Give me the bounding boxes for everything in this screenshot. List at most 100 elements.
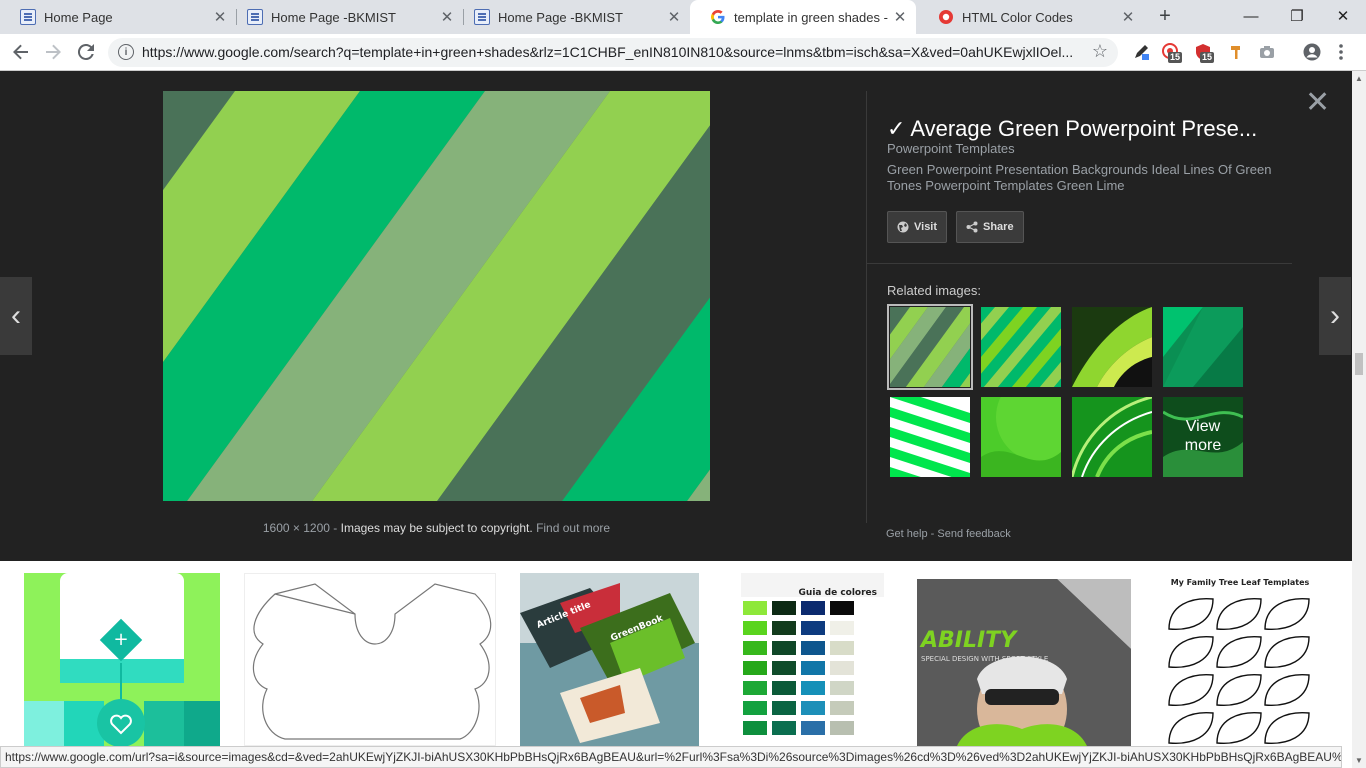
find-out-more-link[interactable]: Find out more — [536, 521, 610, 535]
send-feedback-link[interactable]: Send feedback — [937, 528, 1010, 540]
browser-toolbar: i https://www.google.com/search?q=templa… — [0, 34, 1366, 71]
result-image-2[interactable] — [244, 573, 496, 746]
previous-image-button[interactable]: ‹ — [0, 277, 32, 355]
close-icon[interactable]: ✕ — [892, 9, 908, 26]
new-tab-button[interactable]: + — [1154, 5, 1176, 27]
svg-text:+: + — [113, 629, 128, 650]
minimize-button[interactable]: — — [1228, 0, 1274, 32]
related-image-5[interactable] — [890, 397, 970, 477]
color-swatch — [772, 621, 796, 635]
next-image-button[interactable]: › — [1319, 277, 1351, 355]
color-swatch — [772, 661, 796, 675]
reload-button[interactable] — [73, 39, 99, 65]
pen-extension-icon[interactable] — [1132, 43, 1150, 61]
scroll-up-arrow-icon[interactable]: ▲ — [1355, 74, 1363, 83]
view-more-label: View more — [1163, 417, 1243, 455]
info-divider — [866, 263, 1292, 264]
image-caption: 1600 × 1200 - Images may be subject to c… — [163, 521, 710, 535]
related-image-6[interactable] — [981, 397, 1061, 477]
color-swatch — [772, 701, 796, 715]
color-swatch — [801, 601, 825, 615]
result-image-1[interactable]: + — [24, 573, 220, 746]
related-image-1[interactable] — [887, 304, 973, 390]
back-button[interactable] — [8, 39, 34, 65]
document-icon — [247, 9, 263, 25]
document-icon — [474, 9, 490, 25]
ublock-extension-icon[interactable]: 15 — [1194, 43, 1215, 63]
forward-arrow-icon — [46, 44, 61, 60]
document-icon — [20, 9, 36, 25]
share-label: Share — [983, 221, 1014, 233]
copyright-notice: Images may be subject to copyright. — [340, 521, 533, 535]
profile-avatar-icon[interactable] — [1303, 43, 1321, 61]
camera-extension-icon[interactable] — [1258, 43, 1276, 61]
related-images-label: Related images: — [887, 283, 981, 298]
back-arrow-icon — [13, 44, 28, 60]
footer-separator: - — [927, 528, 938, 540]
ability-title: ABILITY — [919, 628, 1018, 653]
forward-button[interactable] — [40, 39, 66, 65]
scrollbar-thumb[interactable] — [1355, 353, 1363, 375]
color-swatch — [772, 721, 796, 735]
color-swatch — [801, 621, 825, 635]
window-close-button[interactable]: ✕ — [1320, 0, 1366, 32]
tab-home-page[interactable]: Home Page ✕ — [0, 0, 236, 34]
visit-button[interactable]: Visit — [887, 211, 948, 243]
result-image-6[interactable]: My Family Tree Leaf Templates — [1155, 573, 1325, 746]
address-bar[interactable]: i https://www.google.com/search?q=templa… — [108, 38, 1118, 67]
color-swatch — [830, 721, 854, 735]
tab-home-page-bkmist-1[interactable]: Home Page -BKMIST ✕ — [227, 0, 463, 34]
panel-divider — [866, 91, 867, 523]
color-swatch — [830, 621, 854, 635]
scroll-down-arrow-icon[interactable]: ▼ — [1355, 756, 1363, 765]
related-image-3[interactable] — [1072, 307, 1152, 387]
result-image-4[interactable]: Guia de colores — [723, 573, 884, 746]
color-swatch — [772, 641, 796, 655]
close-preview-button[interactable]: ✕ — [1305, 88, 1330, 118]
tab-title: Home Page -BKMIST — [498, 9, 623, 25]
color-swatch — [830, 641, 854, 655]
restore-button[interactable]: ❐ — [1274, 0, 1320, 32]
image-dimensions: 1600 × 1200 — [262, 521, 330, 535]
share-button[interactable]: Share — [956, 211, 1024, 243]
related-image-4[interactable] — [1163, 307, 1243, 387]
bookmark-star-icon[interactable]: ☆ — [1092, 41, 1108, 62]
view-more-button[interactable]: View more — [1163, 397, 1243, 477]
related-image-7[interactable] — [1072, 397, 1152, 477]
close-icon[interactable]: ✕ — [666, 9, 682, 26]
tab-title: Home Page — [44, 9, 113, 25]
color-swatch — [801, 701, 825, 715]
color-swatch — [801, 681, 825, 695]
color-swatch — [743, 681, 767, 695]
get-help-link[interactable]: Get help — [886, 528, 928, 540]
menu-kebab-icon[interactable] — [1332, 43, 1350, 61]
close-icon[interactable]: ✕ — [439, 9, 455, 26]
close-icon[interactable]: ✕ — [1120, 9, 1136, 26]
tab-strip: Home Page ✕ Home Page -BKMIST ✕ Home Pag… — [0, 0, 1366, 34]
color-swatch — [830, 601, 854, 615]
color-swatch — [830, 661, 854, 675]
preview-title[interactable]: ✓ Average Green Powerpoint Prese... — [887, 116, 1277, 142]
tab-html-color-codes[interactable]: HTML Color Codes ✕ — [918, 0, 1144, 34]
color-swatch — [743, 701, 767, 715]
image-preview-panel: ‹ › 1600 × 1200 - Images may be subject … — [0, 71, 1352, 561]
url-text[interactable]: https://www.google.com/search?q=template… — [142, 44, 1077, 60]
tab-title: Home Page -BKMIST — [271, 9, 396, 25]
visit-label: Visit — [914, 221, 938, 233]
hammer-extension-icon[interactable] — [1228, 43, 1246, 61]
preview-source[interactable]: Powerpoint Templates — [887, 141, 1015, 156]
cast-extension-icon[interactable]: 15 — [1162, 43, 1183, 63]
tab-google-images[interactable]: template in green shades - Go ✕ — [690, 0, 916, 34]
color-swatch — [743, 601, 767, 615]
close-icon[interactable]: ✕ — [212, 9, 228, 26]
info-icon[interactable]: i — [118, 44, 134, 60]
status-bar-link-preview: https://www.google.com/url?sa=i&source=i… — [0, 746, 1342, 768]
preview-image[interactable] — [163, 91, 710, 501]
preview-footer: Get help - Send feedback — [886, 528, 1011, 540]
related-image-2[interactable] — [981, 307, 1061, 387]
result-image-5[interactable]: ABILITY SPECIAL DESIGN WITH SPORT STYLE — [917, 579, 1131, 746]
result-image-3[interactable]: Article title GreenBook — [520, 573, 699, 746]
color-swatch — [772, 601, 796, 615]
page-scrollbar[interactable]: ▲ ▼ — [1352, 71, 1366, 768]
tab-home-page-bkmist-2[interactable]: Home Page -BKMIST ✕ — [454, 0, 690, 34]
